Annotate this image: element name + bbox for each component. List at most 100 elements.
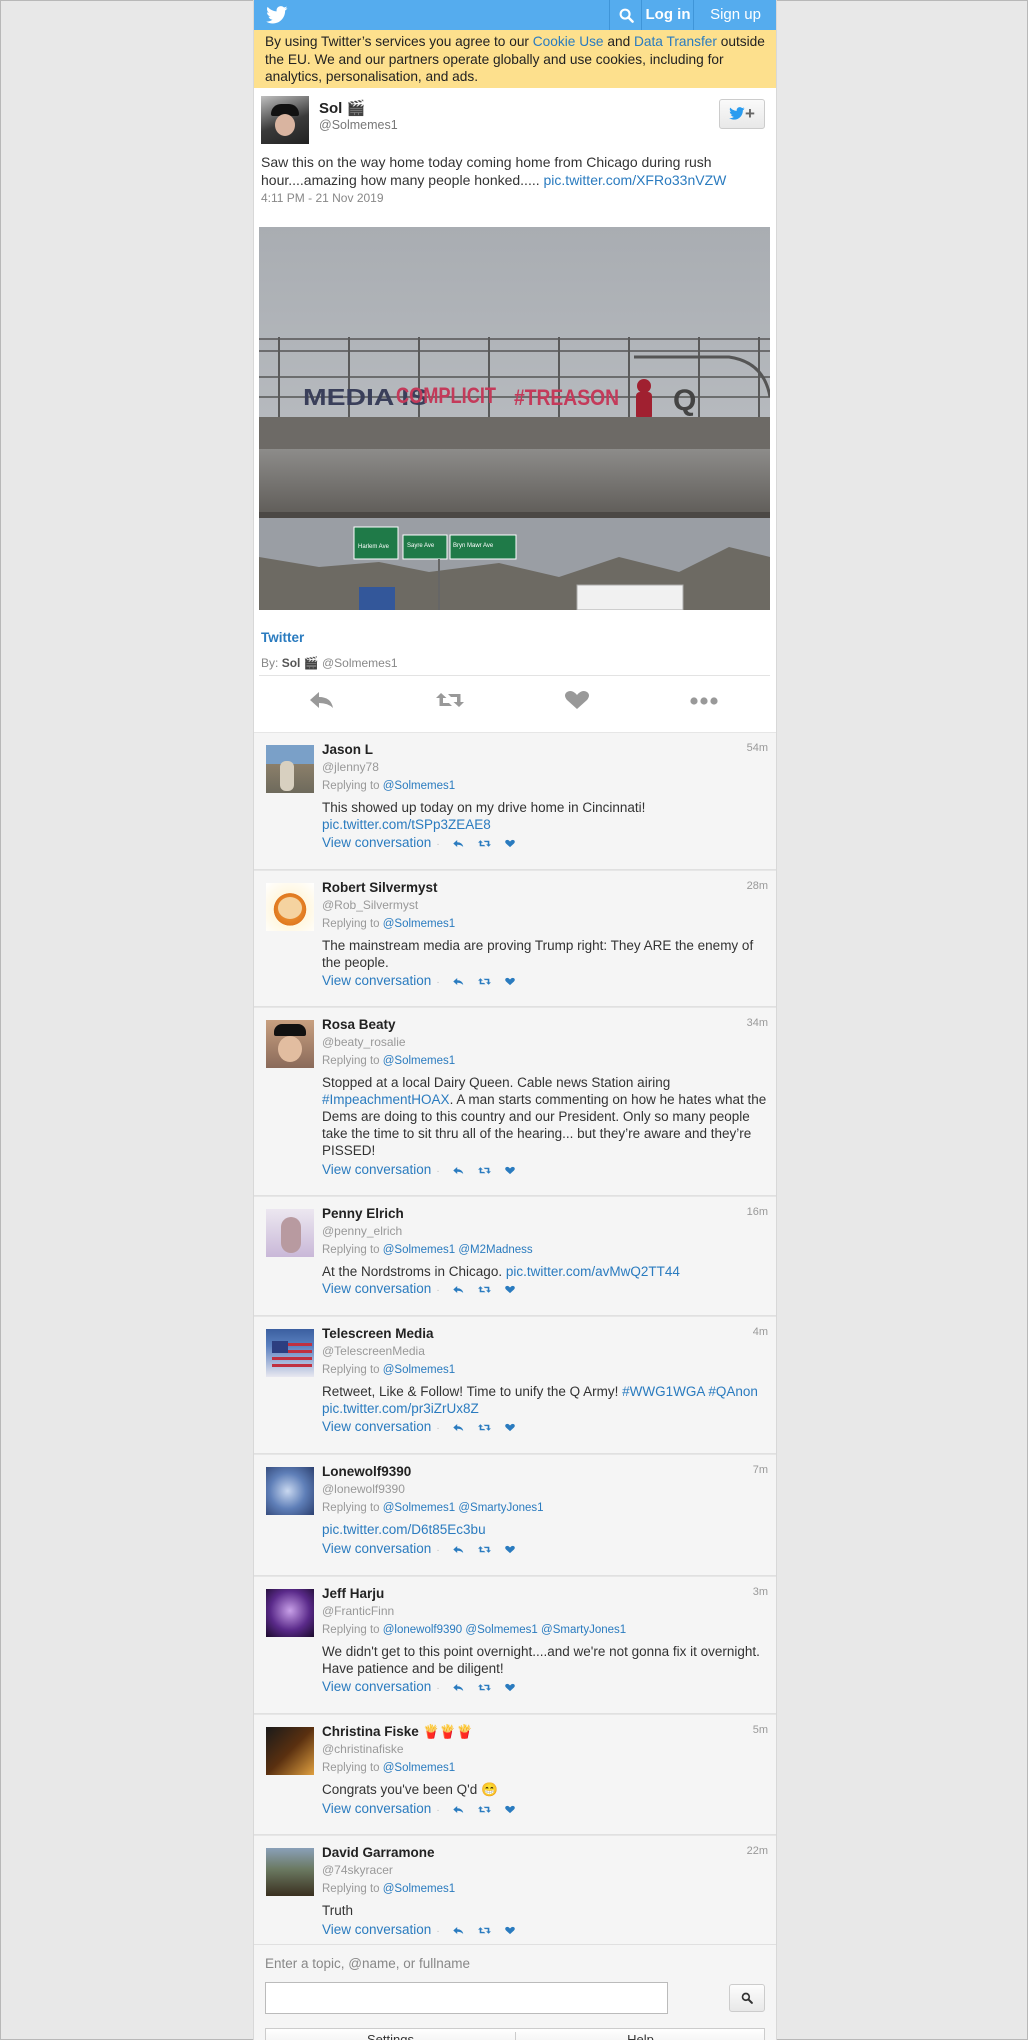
like-icon[interactable] xyxy=(562,688,592,712)
reply-item[interactable]: Lonewolf9390 @lonewolf9390 7m Replying t… xyxy=(254,1454,776,1576)
like-icon[interactable] xyxy=(504,838,516,849)
reply-icon[interactable] xyxy=(452,1422,465,1433)
view-conversation-link[interactable]: View conversation xyxy=(322,1541,431,1556)
replying-to-handle[interactable]: @Solmemes1 xyxy=(383,918,455,930)
data-transfer-link[interactable]: Data Transfer xyxy=(634,34,717,49)
hashtag-link[interactable]: #ImpeachmentHOAX xyxy=(322,1092,450,1107)
avatar[interactable] xyxy=(266,1589,314,1637)
view-conversation-link[interactable]: View conversation xyxy=(322,835,431,850)
avatar[interactable] xyxy=(266,1848,314,1896)
media-card-source[interactable]: Twitter xyxy=(261,630,304,645)
reply-pic-link[interactable]: pic.twitter.com/D6t85Ec3bu xyxy=(322,1522,486,1537)
reply-item[interactable]: Rosa Beaty @beaty_rosalie 34m Replying t… xyxy=(254,1007,776,1196)
retweet-icon[interactable] xyxy=(477,1682,492,1693)
retweet-icon[interactable] xyxy=(477,1165,492,1176)
reply-author-name[interactable]: Rosa Beaty xyxy=(322,1017,396,1032)
reply-timestamp[interactable]: 54m xyxy=(747,742,768,754)
retweet-icon[interactable] xyxy=(477,838,492,849)
retweet-icon[interactable] xyxy=(477,1544,492,1555)
reply-author-handle[interactable]: @lonewolf9390 xyxy=(322,1482,405,1496)
login-button[interactable]: Log in xyxy=(641,0,694,30)
reply-icon[interactable] xyxy=(452,1925,465,1936)
reply-pic-link[interactable]: pic.twitter.com/avMwQ2TT44 xyxy=(506,1264,680,1279)
replying-to-handle[interactable]: @lonewolf9390 xyxy=(383,1624,462,1636)
view-conversation-link[interactable]: View conversation xyxy=(322,1922,431,1937)
retweet-icon[interactable] xyxy=(477,976,492,987)
hashtag-link[interactable]: #WWG1WGA xyxy=(622,1384,705,1399)
reply-author-handle[interactable]: @74skyracer xyxy=(322,1863,393,1877)
avatar[interactable] xyxy=(266,745,314,793)
retweet-icon[interactable] xyxy=(477,1284,492,1295)
by-name[interactable]: Sol 🎬 xyxy=(282,656,319,670)
help-tab[interactable]: Help xyxy=(515,2032,765,2040)
reply-timestamp[interactable]: 4m xyxy=(753,1326,768,1338)
retweet-icon[interactable] xyxy=(435,688,465,712)
reply-timestamp[interactable]: 3m xyxy=(753,1586,768,1598)
settings-tab[interactable]: Settings xyxy=(266,2032,515,2040)
reply-author-handle[interactable]: @Rob_Silvermyst xyxy=(322,898,418,912)
avatar[interactable] xyxy=(266,1329,314,1377)
avatar[interactable] xyxy=(266,1727,314,1775)
reply-author-name[interactable]: Telescreen Media xyxy=(322,1326,434,1341)
hashtag-link[interactable]: #QAnon xyxy=(708,1384,758,1399)
reply-icon[interactable] xyxy=(452,838,465,849)
avatar[interactable] xyxy=(266,1467,314,1515)
reply-item[interactable]: Jason L @jlenny78 54m Replying to @Solme… xyxy=(254,732,776,870)
like-icon[interactable] xyxy=(504,976,516,987)
reply-author-name[interactable]: Robert Silvermyst xyxy=(322,880,438,895)
reply-timestamp[interactable]: 16m xyxy=(747,1206,768,1218)
reply-author-name[interactable]: Lonewolf9390 xyxy=(322,1464,411,1479)
like-icon[interactable] xyxy=(504,1925,516,1936)
by-handle[interactable]: @Solmemes1 xyxy=(322,656,398,670)
like-icon[interactable] xyxy=(504,1544,516,1555)
tweet-media-photo[interactable]: MEDIA IS COMPLICIT #TREASON Q Harlem Ave… xyxy=(259,227,770,610)
reply-icon[interactable] xyxy=(452,976,465,987)
more-icon[interactable] xyxy=(689,688,719,712)
search-submit-button[interactable] xyxy=(729,1984,765,2012)
avatar[interactable] xyxy=(266,1209,314,1257)
view-conversation-link[interactable]: View conversation xyxy=(322,1801,431,1816)
signup-button[interactable]: Sign up xyxy=(693,0,776,30)
reply-icon[interactable] xyxy=(452,1165,465,1176)
replying-to-handle[interactable]: @M2Madness xyxy=(458,1244,532,1256)
reply-author-name[interactable]: Jason L xyxy=(322,742,373,757)
like-icon[interactable] xyxy=(504,1682,516,1693)
avatar[interactable] xyxy=(266,1020,314,1068)
replying-to-handle[interactable]: @SmartyJones1 xyxy=(541,1624,626,1636)
replying-to-handle[interactable]: @Solmemes1 xyxy=(383,1762,455,1774)
like-icon[interactable] xyxy=(504,1284,516,1295)
reply-item[interactable]: David Garramone @74skyracer 22m Replying… xyxy=(254,1835,776,1959)
follow-button[interactable]: + xyxy=(719,99,765,129)
reply-item[interactable]: Robert Silvermyst @Rob_Silvermyst 28m Re… xyxy=(254,870,776,1007)
retweet-icon[interactable] xyxy=(477,1804,492,1815)
reply-timestamp[interactable]: 7m xyxy=(753,1464,768,1476)
replying-to-handle[interactable]: @Solmemes1 xyxy=(465,1624,537,1636)
reply-author-name[interactable]: Jeff Harju xyxy=(322,1586,384,1601)
reply-author-name[interactable]: David Garramone xyxy=(322,1845,435,1860)
view-conversation-link[interactable]: View conversation xyxy=(322,1162,431,1177)
reply-author-handle[interactable]: @christinafiske xyxy=(322,1742,404,1756)
replying-to-handle[interactable]: @Solmemes1 xyxy=(383,1502,455,1514)
tweet-author-handle[interactable]: @Solmemes1 xyxy=(319,118,398,132)
view-conversation-link[interactable]: View conversation xyxy=(322,1419,431,1434)
reply-item[interactable]: Telescreen Media @TelescreenMedia 4m Rep… xyxy=(254,1316,776,1454)
replying-to-handle[interactable]: @Solmemes1 xyxy=(383,1055,455,1067)
replying-to-handle[interactable]: @Solmemes1 xyxy=(383,780,455,792)
reply-icon[interactable] xyxy=(452,1284,465,1295)
reply-author-name[interactable]: Penny Elrich xyxy=(322,1206,404,1221)
reply-item[interactable]: Jeff Harju @FranticFinn 3m Replying to @… xyxy=(254,1576,776,1714)
twitter-bird-icon[interactable] xyxy=(266,6,288,24)
like-icon[interactable] xyxy=(504,1804,516,1815)
replying-to-handle[interactable]: @Solmemes1 xyxy=(383,1244,455,1256)
reply-author-handle[interactable]: @jlenny78 xyxy=(322,760,379,774)
reply-icon[interactable] xyxy=(452,1682,465,1693)
tweet-timestamp[interactable]: 4:11 PM - 21 Nov 2019 xyxy=(261,191,384,205)
like-icon[interactable] xyxy=(504,1422,516,1433)
reply-timestamp[interactable]: 22m xyxy=(747,1845,768,1857)
replying-to-handle[interactable]: @Solmemes1 xyxy=(383,1364,455,1376)
reply-author-handle[interactable]: @penny_elrich xyxy=(322,1224,402,1238)
reply-item[interactable]: Christina Fiske 🍟🍟🍟 @christinafiske 5m R… xyxy=(254,1714,776,1835)
reply-icon[interactable] xyxy=(307,688,337,712)
tweet-pic-link[interactable]: pic.twitter.com/XFRo33nVZW xyxy=(544,172,727,188)
view-conversation-link[interactable]: View conversation xyxy=(322,1679,431,1694)
